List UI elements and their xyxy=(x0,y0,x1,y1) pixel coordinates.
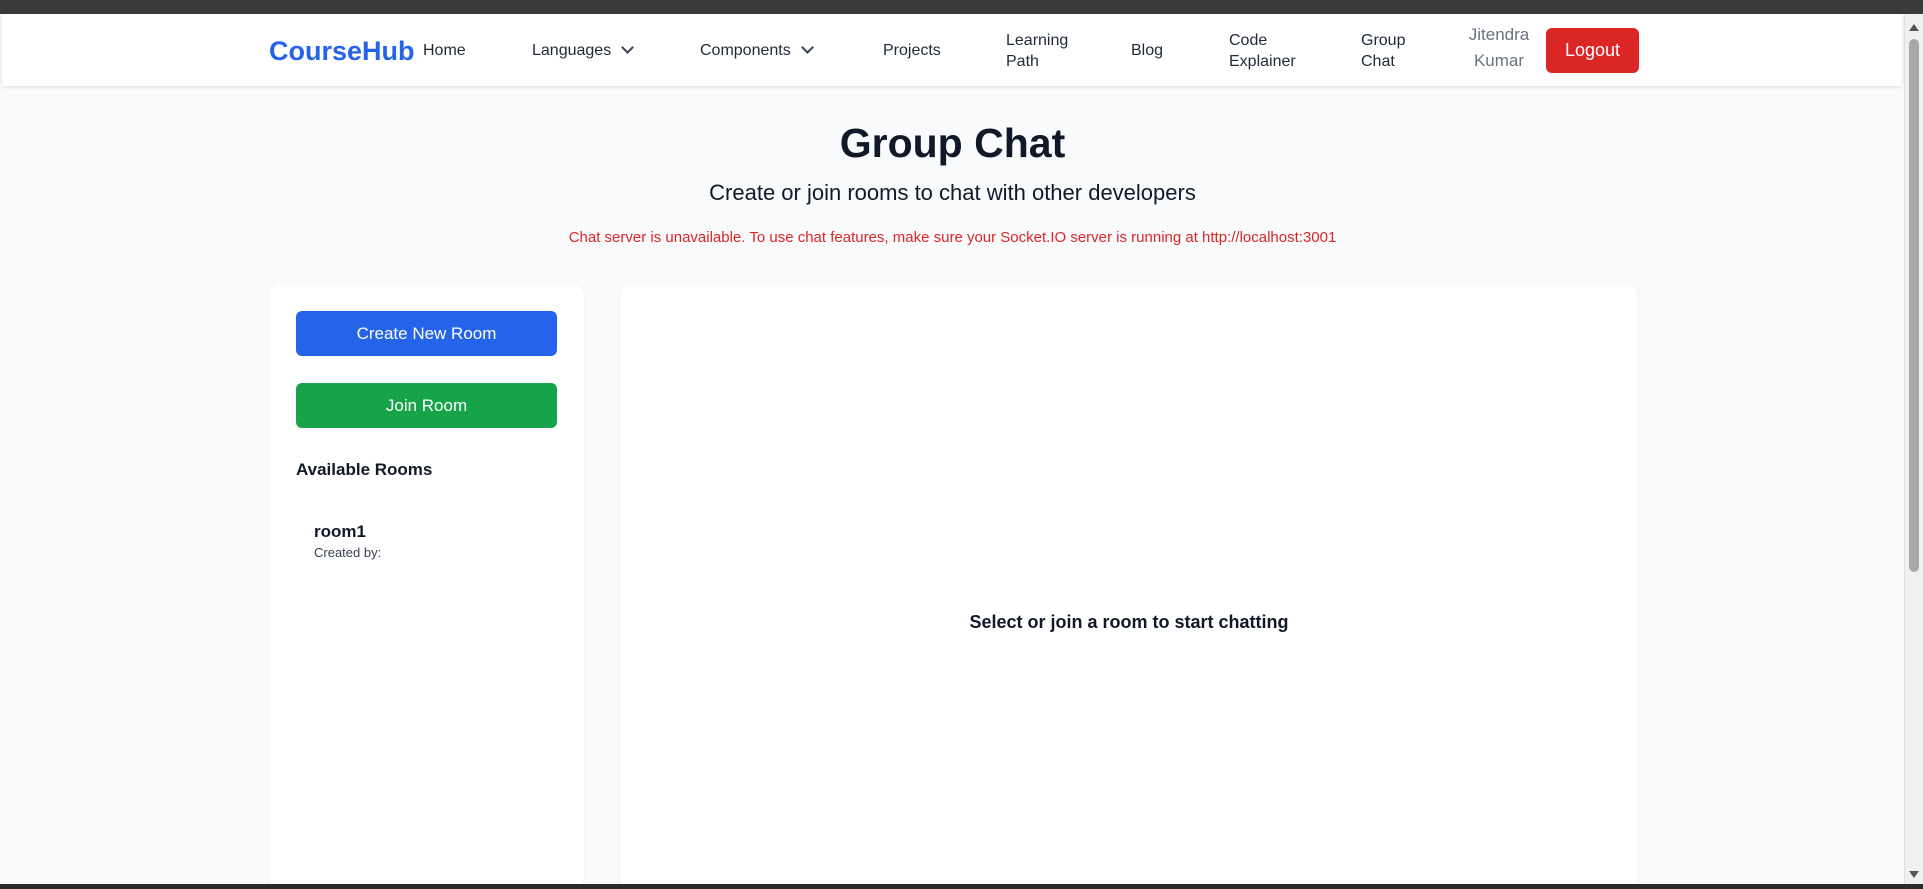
nav-learning-path[interactable]: Learning Path xyxy=(1006,30,1068,72)
room-list-item[interactable]: room1 Created by: xyxy=(314,522,544,560)
room-name: room1 xyxy=(314,522,366,541)
user-first-name: Jitendra xyxy=(1468,25,1530,44)
nav-projects[interactable]: Projects xyxy=(883,40,941,61)
nav-group-chat[interactable]: Group Chat xyxy=(1361,30,1405,72)
user-last-name: Kumar xyxy=(1473,51,1525,70)
nav-group-chat-line2: Chat xyxy=(1361,53,1395,70)
create-room-button[interactable]: Create New Room xyxy=(296,311,557,356)
rooms-sidebar: Create New Room Join Room Available Room… xyxy=(269,284,584,889)
page-title: Group Chat xyxy=(839,120,1066,166)
nav-components[interactable]: Components xyxy=(700,40,814,61)
scroll-up-arrow-icon[interactable] xyxy=(1909,24,1919,31)
scroll-down-arrow-icon[interactable] xyxy=(1909,871,1919,878)
window-bottom-border xyxy=(0,884,1923,889)
logout-button[interactable]: Logout xyxy=(1546,28,1639,73)
chat-panel: Select or join a room to start chatting xyxy=(620,284,1638,889)
nav-code-explainer-line2: Explainer xyxy=(1229,53,1296,70)
vertical-scrollbar[interactable] xyxy=(1904,14,1923,884)
brand-logo[interactable]: CourseHub xyxy=(269,36,415,67)
nav-code-explainer-line1: Code xyxy=(1229,32,1268,49)
nav-group-chat-line1: Group xyxy=(1361,32,1406,49)
scrollbar-thumb[interactable] xyxy=(1909,39,1919,572)
chevron-down-icon xyxy=(800,41,814,54)
navbar: CourseHub Home Languages Components Proj… xyxy=(2,14,1902,86)
nav-code-explainer[interactable]: Code Explainer xyxy=(1229,30,1296,72)
nav-blog[interactable]: Blog xyxy=(1131,40,1163,61)
nav-languages-label: Languages xyxy=(532,42,612,59)
join-room-button[interactable]: Join Room xyxy=(296,383,557,428)
user-name: Jitendra Kumar xyxy=(1464,22,1534,74)
room-created-by: Created by: xyxy=(314,545,382,560)
chat-placeholder: Select or join a room to start chatting xyxy=(969,612,1289,632)
nav-learning-path-line1: Learning xyxy=(1006,32,1069,49)
nav-languages[interactable]: Languages xyxy=(532,40,635,61)
server-error-message: Chat server is unavailable. To use chat … xyxy=(568,229,1337,246)
nav-learning-path-line2: Path xyxy=(1006,53,1039,70)
window-titlebar xyxy=(0,0,1923,14)
chevron-down-icon xyxy=(621,41,635,54)
nav-home[interactable]: Home xyxy=(423,40,466,61)
page-subtitle: Create or join rooms to chat with other … xyxy=(709,180,1196,205)
available-rooms-heading: Available Rooms xyxy=(296,460,433,479)
nav-components-label: Components xyxy=(700,42,791,59)
